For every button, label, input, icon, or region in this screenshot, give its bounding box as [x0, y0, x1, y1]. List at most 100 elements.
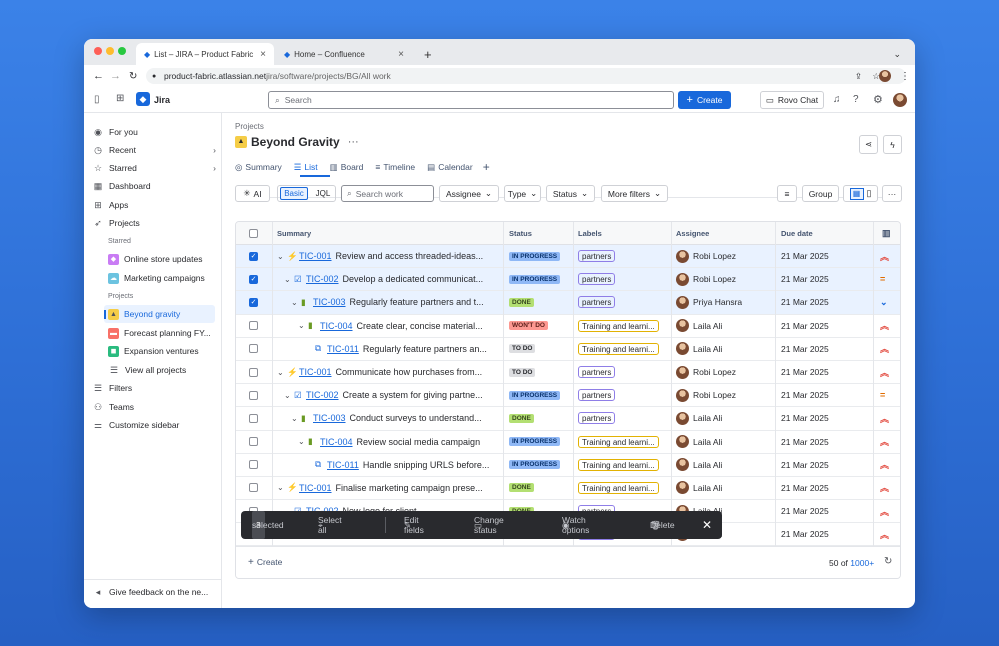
breadcrumb[interactable]: Projects [235, 122, 264, 131]
due-date-cell[interactable]: 21 Mar 2025 [781, 431, 829, 453]
sidebar-toggle-icon[interactable]: ▯ [94, 94, 100, 105]
ai-button[interactable]: ✳ AI [235, 185, 270, 202]
table-row[interactable]: ✓ ⌄ ☑ TIC-002 Develop a dedicated communicat… [236, 268, 900, 292]
sidebar-item-view-all[interactable]: ☰ View all projects [108, 361, 216, 379]
assignee-cell[interactable]: Robi Lopez [676, 384, 736, 406]
issue-summary[interactable]: Regularly feature partners and t... [350, 297, 484, 307]
due-date-cell[interactable]: 21 Mar 2025 [781, 291, 829, 313]
chevron-down-icon[interactable]: ⌄ [284, 391, 294, 400]
priority-high-icon[interactable]: ︽ [880, 407, 889, 429]
basic-mode-button[interactable]: Basic [280, 187, 308, 200]
filter-settings-button[interactable]: ≡ [777, 185, 797, 202]
table-row[interactable]: ⌄ ⚡ TIC-001 Communicate how purchases from.… [236, 361, 900, 385]
tab-summary[interactable]: ◎ Summary [235, 162, 282, 173]
chevron-down-icon[interactable]: ⌄ [291, 414, 301, 423]
assignee-cell[interactable]: Laila Ali [676, 315, 722, 337]
chevron-down-icon[interactable]: ⌄ [298, 437, 308, 446]
column-labels[interactable]: Labels [578, 222, 602, 244]
column-picker-icon[interactable]: ▥ [882, 222, 891, 244]
search-work-input[interactable]: ⌕ Search work [341, 185, 434, 202]
issue-summary[interactable]: Finalise marketing campaign prese... [336, 483, 483, 493]
label-chip[interactable]: partners [578, 273, 616, 286]
label-chip[interactable]: partners [578, 250, 616, 263]
sidebar-item-teams[interactable]: ⚇ Teams [92, 398, 216, 416]
table-row[interactable]: ⌄ ▮ TIC-004 Review social media campaign IN … [236, 431, 900, 454]
new-tab-icon[interactable]: + [416, 43, 440, 65]
tab-board[interactable]: ▥ Board [330, 162, 364, 173]
due-date-cell[interactable]: 21 Mar 2025 [781, 454, 829, 476]
row-checkbox[interactable] [249, 367, 258, 377]
status-badge[interactable]: IN PROGRESS [509, 390, 561, 400]
row-checkbox[interactable] [249, 390, 258, 400]
due-date-cell[interactable]: 21 Mar 2025 [781, 477, 829, 499]
issue-key-link[interactable]: TIC-002 [306, 390, 339, 400]
share-page-icon[interactable]: ⇪ [855, 71, 862, 82]
sidebar-item-forecast[interactable]: ▬ Forecast planning FY... [108, 324, 216, 342]
jql-mode-button[interactable]: JQL [311, 187, 335, 200]
group-button[interactable]: Group [802, 185, 839, 202]
give-feedback-button[interactable]: ◂ Give feedback on the ne... [92, 583, 216, 601]
priority-high-icon[interactable]: ︽ [880, 523, 889, 545]
assignee-cell[interactable]: Laila Ali [676, 338, 722, 360]
browser-menu-icon[interactable]: ⋮ [900, 71, 910, 82]
priority-high-icon[interactable]: ︽ [880, 361, 889, 383]
chevron-down-icon[interactable]: ⌄ [284, 275, 294, 284]
issue-summary[interactable]: Communicate how purchases from... [336, 367, 483, 377]
label-chip[interactable]: Training and learni... [578, 481, 659, 494]
due-date-cell[interactable]: 21 Mar 2025 [781, 523, 829, 545]
refresh-icon[interactable]: ↻ [884, 556, 892, 567]
label-chip[interactable]: partners [578, 366, 616, 379]
total-count-link[interactable]: 1000+ [850, 558, 874, 568]
chevron-down-icon[interactable]: ⌄ [277, 368, 287, 377]
row-checkbox[interactable]: ✓ [249, 297, 258, 307]
label-chip[interactable]: partners [578, 296, 616, 309]
browser-tab-jira[interactable]: ◆ List – JIRA – Product Fabric × [136, 43, 274, 65]
issue-key-link[interactable]: TIC-001 [299, 483, 332, 493]
status-badge[interactable]: DONE [509, 297, 534, 307]
notifications-bell-icon[interactable]: ♫ [833, 94, 841, 105]
user-avatar[interactable] [893, 93, 907, 107]
due-date-cell[interactable]: 21 Mar 2025 [781, 245, 829, 267]
column-status[interactable]: Status [509, 222, 532, 244]
global-search-input[interactable]: ⌕ Search [268, 91, 674, 109]
column-summary[interactable]: Summary [277, 222, 311, 244]
assignee-cell[interactable]: Laila Ali [676, 454, 722, 476]
issue-key-link[interactable]: TIC-001 [299, 251, 332, 261]
close-window-dot[interactable] [94, 47, 102, 55]
status-badge[interactable]: TO DO [509, 344, 536, 354]
sidebar-item-dashboard[interactable]: ▦ Dashboard [92, 177, 216, 195]
issue-key-link[interactable]: TIC-002 [306, 274, 339, 284]
automation-button[interactable]: ϟ [883, 135, 902, 154]
chevron-down-icon[interactable]: ⌄ [298, 321, 308, 330]
priority-high-icon[interactable]: ︽ [880, 500, 889, 522]
priority-high-icon[interactable]: ︽ [880, 454, 889, 476]
sidebar-item-online-store[interactable]: ◆ Online store updates [108, 250, 216, 268]
more-options-button[interactable]: ··· [882, 185, 902, 202]
table-row[interactable]: ✓ ⌄ ⚡ TIC-001 Review and access threaded-ide… [236, 245, 900, 269]
column-assignee[interactable]: Assignee [676, 222, 709, 244]
row-checkbox[interactable] [249, 344, 258, 354]
add-view-icon[interactable]: + [483, 160, 490, 174]
label-chip[interactable]: Training and learni... [578, 319, 659, 332]
issue-key-link[interactable]: TIC-004 [320, 437, 353, 447]
priority-medium-icon[interactable]: = [880, 384, 885, 406]
issue-key-link[interactable]: TIC-003 [313, 413, 346, 423]
chevron-down-icon[interactable]: ⌄ [291, 298, 301, 307]
row-checkbox[interactable] [249, 413, 258, 423]
issue-key-link[interactable]: TIC-003 [313, 297, 346, 307]
chevron-down-icon[interactable]: ⌄ [277, 483, 287, 492]
assignee-cell[interactable]: Robi Lopez [676, 268, 736, 290]
priority-high-icon[interactable]: ︽ [880, 338, 889, 360]
jira-logo-icon[interactable]: ◆ [136, 92, 150, 106]
forward-icon[interactable]: → [110, 70, 121, 82]
select-all-checkbox[interactable] [249, 228, 258, 238]
status-badge[interactable]: DONE [509, 483, 534, 493]
due-date-cell[interactable]: 21 Mar 2025 [781, 500, 829, 522]
tab-list[interactable]: ☰ List [294, 162, 318, 173]
row-checkbox[interactable] [249, 321, 258, 331]
status-badge[interactable]: IN PROGRESS [509, 460, 561, 470]
table-row[interactable]: ⌄ ▮ TIC-003 Conduct surveys to understand..… [236, 407, 900, 431]
issue-key-link[interactable]: TIC-011 [327, 344, 359, 354]
table-row[interactable]: ⧉ TIC-011 Regularly feature partners an...… [236, 338, 900, 361]
issue-summary[interactable]: Create a system for giving partne... [343, 390, 483, 400]
